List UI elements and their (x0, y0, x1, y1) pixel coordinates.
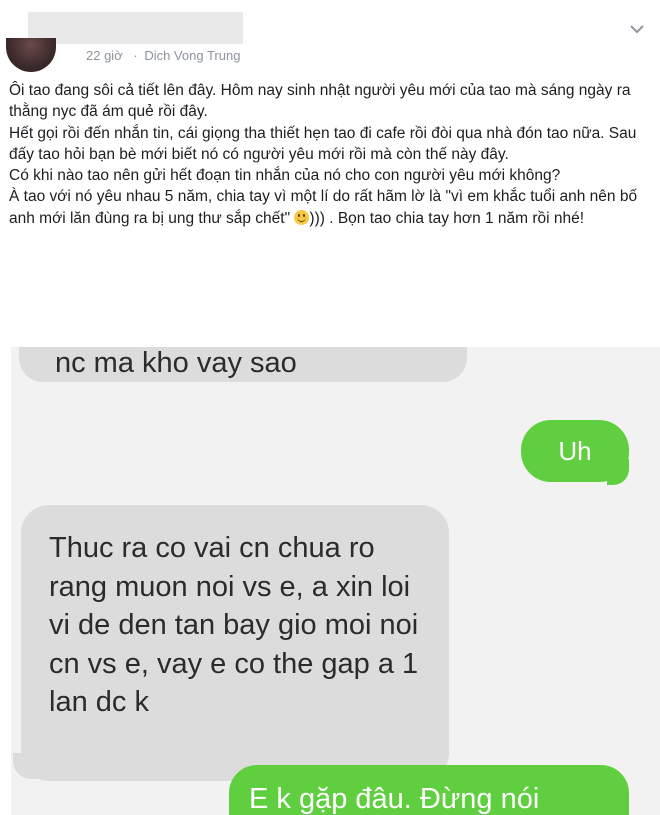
received-message-bubble: nc ma kho vay sao (19, 347, 467, 382)
smile-emoji-icon (294, 209, 310, 225)
post-body: Ôi tao đang sôi cả tiết lên đây. Hôm nay… (9, 80, 649, 229)
redacted-name-bar (28, 12, 243, 44)
chat-screenshot-image[interactable]: nc ma kho vay sao Uh Thuc ra co vai cn c… (11, 347, 660, 815)
facebook-post: 22 giờ · Dich Vong Trung Ôi tao đang sôi… (0, 0, 660, 815)
received-message-bubble: Thuc ra co vai cn chua ro rang muon noi … (21, 505, 449, 781)
sent-message-bubble: E k gặp đâu. Đừng nói (229, 765, 629, 815)
avatar[interactable] (6, 38, 56, 72)
post-paragraph: Ôi tao đang sôi cả tiết lên đây. Hôm nay… (9, 82, 631, 121)
post-timestamp[interactable]: 22 giờ (86, 48, 123, 63)
post-paragraph: À tao với nó yêu nhau 5 năm, chia tay vì… (9, 186, 649, 229)
post-paragraph: Hết gọi rồi đến nhắn tin, cái giọng tha … (9, 124, 637, 163)
chevron-down-icon[interactable] (628, 22, 646, 36)
post-location[interactable]: Dich Vong Trung (144, 48, 240, 63)
post-meta: 22 giờ · Dich Vong Trung (86, 48, 240, 63)
post-paragraph: Có khi nào tao nên gửi hết đoạn tin nhắn… (9, 167, 561, 185)
post-text-segment: ))) . Bọn tao chia tay hơn 1 năm rồi nhé… (309, 209, 585, 227)
sent-message-bubble: Uh (521, 420, 629, 482)
meta-separator: · (133, 48, 138, 63)
